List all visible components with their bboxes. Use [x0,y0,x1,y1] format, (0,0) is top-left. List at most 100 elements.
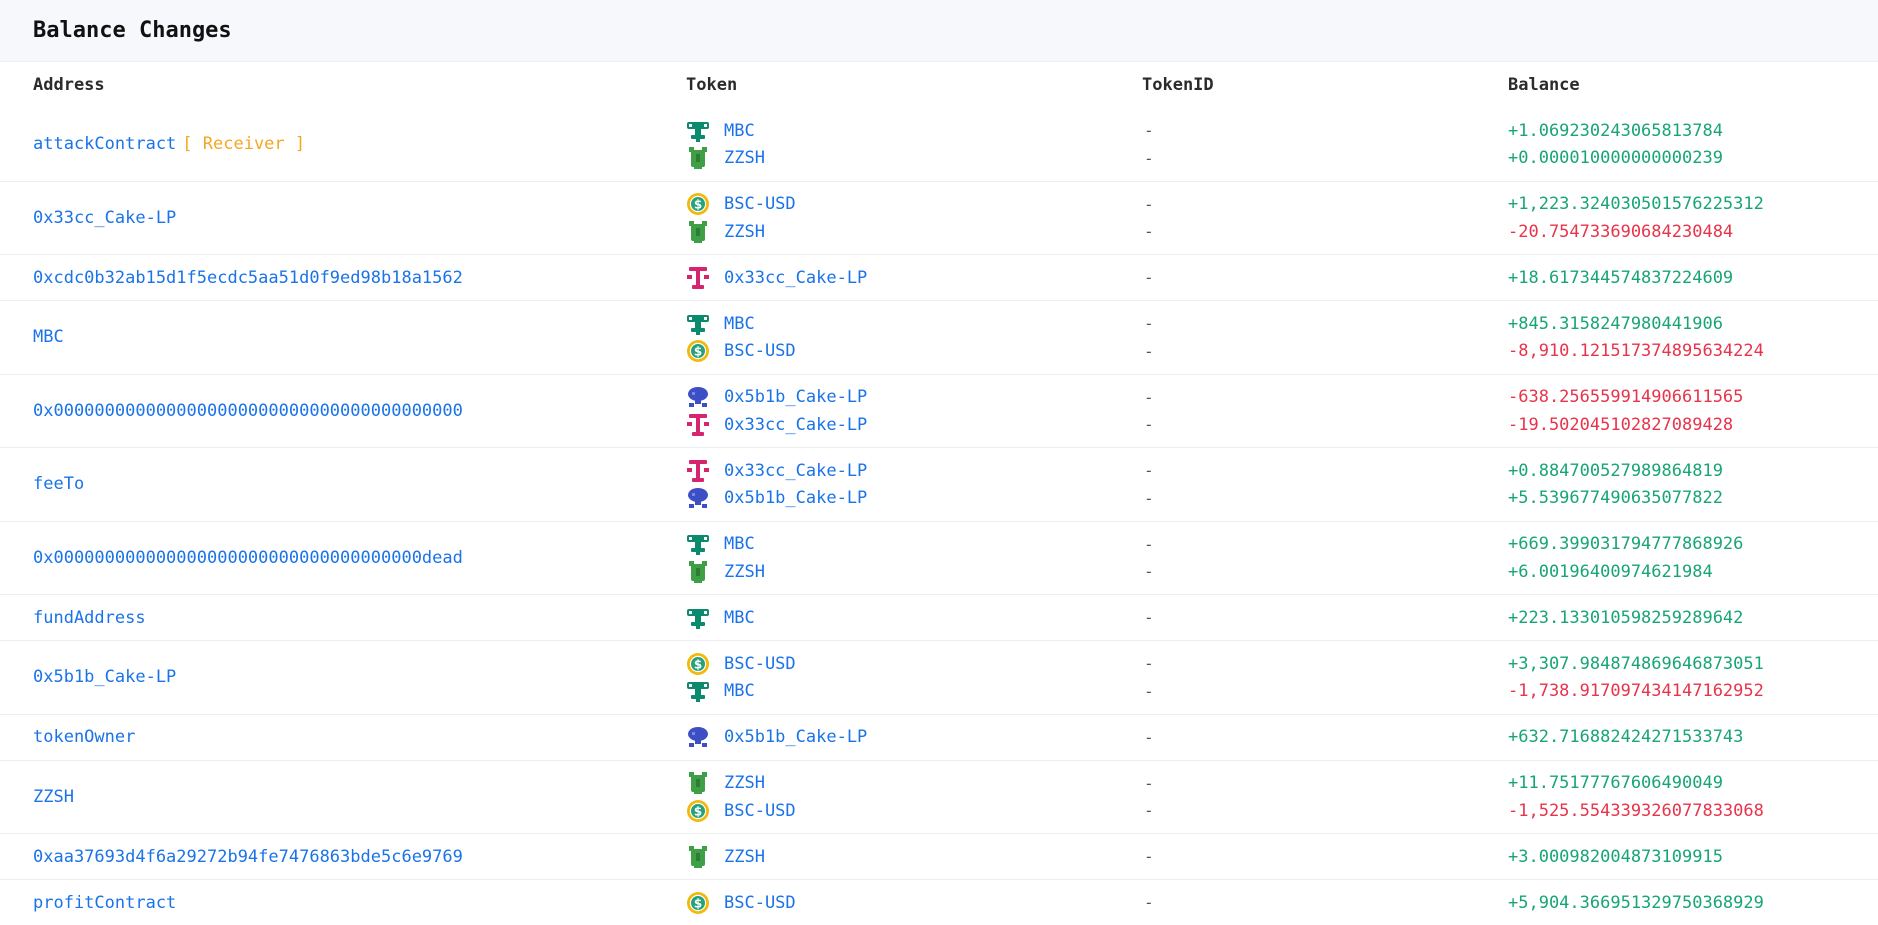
token-id-value: - [1144,654,1154,673]
token-name-link[interactable]: 0x33cc_Cake-LP [724,415,867,435]
token-entry[interactable]: 0x33cc_Cake-LP [686,264,1142,292]
token-cell: ZZSH $ BSC-USD [686,769,1142,824]
token-entry[interactable]: MBC [686,530,1142,558]
token-id-cell: - [1142,264,1508,292]
token-name-link[interactable]: ZZSH [724,222,765,242]
token-entry[interactable]: 0x33cc_Cake-LP [686,411,1142,439]
balance-decrease: -20.754733690684230484 [1508,221,1734,242]
token-name-link[interactable]: ZZSH [724,148,765,168]
page-title: Balance Changes [33,18,232,43]
token-id-value: - [1144,268,1154,287]
token-id-value: - [1144,773,1154,793]
balance-cell: +3,307.984874869646873051 -1,738.91709743… [1508,650,1878,705]
token-name-link[interactable]: BSC-USD [724,194,796,214]
token-entry[interactable]: MBC [686,677,1142,705]
table-body: attackContract[ Receiver ] MBC ZZSH - - +1.06… [0,108,1878,925]
token-id-cell: - [1142,604,1508,632]
token-entry[interactable]: 0x5b1b_Cake-LP [686,484,1142,512]
token-name-link[interactable]: 0x5b1b_Cake-LP [724,488,867,508]
table-row: 0x33cc_Cake-LP $ BSC-USD ZZSH - - +1,223.32403… [0,182,1878,255]
token-entry[interactable]: $ BSC-USD [686,797,1142,825]
token-id-value: - [1144,681,1154,701]
bsc-usd-icon: $ [686,652,710,676]
balance-decrease: -8,910.121517374895634224 [1508,341,1764,361]
balance-increase: +3.000982004873109915 [1508,846,1723,867]
address-link[interactable]: 0xaa37693d4f6a29272b94fe7476863bde5c6e97… [33,847,463,867]
token-name-link[interactable]: ZZSH [724,562,765,582]
token-name-link[interactable]: 0x33cc_Cake-LP [724,268,867,288]
token-entry[interactable]: ZZSH [686,144,1142,172]
token-id-cell: -- [1142,457,1508,512]
token-entry[interactable]: ZZSH [686,843,1142,871]
token-entry[interactable]: $ BSC-USD [686,650,1142,678]
token-id-value: - [1144,387,1154,407]
token-entry[interactable]: 0x5b1b_Cake-LP [686,383,1142,411]
token-entry[interactable]: 0x33cc_Cake-LP [686,457,1142,485]
address-link[interactable]: ZZSH [33,787,74,807]
token-name-link[interactable]: MBC [724,681,755,701]
address-cell: tokenOwner [0,727,686,747]
token-name-link[interactable]: ZZSH [724,773,765,793]
address-link[interactable]: attackContract [33,134,176,154]
token-entry[interactable]: MBC [686,604,1142,632]
token-name-link[interactable]: ZZSH [724,847,765,867]
token-cell: $ BSC-USD [686,889,1142,917]
token-name-link[interactable]: 0x33cc_Cake-LP [724,461,867,481]
address-link[interactable]: 0x5b1b_Cake-LP [33,667,176,687]
zzsh-icon [686,771,710,795]
balance-increase: +6.00196400974621984 [1508,561,1713,582]
token-name-link[interactable]: BSC-USD [724,341,796,361]
address-link[interactable]: profitContract [33,893,176,913]
token-entry[interactable]: $ BSC-USD [686,190,1142,218]
balance-increase: +11.75177767606490049 [1508,773,1723,793]
balance-increase: +5.539677490635077822 [1508,488,1723,508]
token-name-link[interactable]: BSC-USD [724,801,796,821]
balance-decrease: -638.256559914906611565 [1508,387,1744,407]
token-entry[interactable]: $ BSC-USD [686,337,1142,365]
token-name-link[interactable]: BSC-USD [724,654,796,674]
token-entry[interactable]: 0x5b1b_Cake-LP [686,723,1142,751]
token-cell: ZZSH [686,843,1142,871]
token-cell: 0x5b1b_Cake-LP 0x33cc_Cake-LP [686,383,1142,438]
token-entry[interactable]: ZZSH [686,769,1142,797]
address-link[interactable]: 0x000000000000000000000000000000000000de… [33,548,463,568]
token-name-link[interactable]: MBC [724,121,755,141]
table-row: attackContract[ Receiver ] MBC ZZSH - - +1.06… [0,108,1878,182]
token-id-value: - [1144,562,1154,581]
balance-cell: +1.069230243065813784 +0.0000100000000002… [1508,117,1878,172]
address-link[interactable]: fundAddress [33,608,146,628]
token-name-link[interactable]: 0x5b1b_Cake-LP [724,387,867,407]
address-link[interactable]: feeTo [33,474,84,494]
token-name-link[interactable]: MBC [724,608,755,628]
token-name-link[interactable]: MBC [724,314,755,334]
token-cell: MBC [686,604,1142,632]
column-header-address: Address [33,75,105,95]
token-entry[interactable]: MBC [686,117,1142,145]
token-name-link[interactable]: BSC-USD [724,893,796,913]
balance-decrease: -19.502045102827089428 [1508,414,1734,435]
token-id-cell: -- [1142,383,1508,438]
table-header-row: Address Token TokenID Balance [0,62,1878,108]
token-entry[interactable]: MBC [686,310,1142,338]
token-entry[interactable]: ZZSH [686,558,1142,586]
cake-lp-33cc-icon [686,413,710,437]
cake-lp-5b1b-icon [686,725,710,749]
address-link[interactable]: 0xcdc0b32ab15d1f5ecdc5aa51d0f9ed98b18a15… [33,268,463,288]
table-row: 0x000000000000000000000000000000000000de… [0,522,1878,595]
table-row: 0x5b1b_Cake-LP $ BSC-USD MBC - - +3,307.984874… [0,641,1878,715]
token-name-link[interactable]: MBC [724,534,755,554]
zzsh-icon [686,560,710,584]
table-row: feeTo 0x33cc_Cake-LP 0x5b1b_Cake-LP - - +0.88… [0,448,1878,522]
token-entry[interactable]: ZZSH [686,218,1142,246]
address-link[interactable]: 0x00000000000000000000000000000000000000… [33,401,463,421]
token-id-cell: -- [1142,769,1508,824]
address-link[interactable]: MBC [33,327,64,347]
token-entry[interactable]: $ BSC-USD [686,889,1142,917]
address-link[interactable]: 0x33cc_Cake-LP [33,208,176,228]
token-id-cell: -- [1142,530,1508,585]
token-name-link[interactable]: 0x5b1b_Cake-LP [724,727,867,747]
token-id-value: - [1144,534,1154,554]
address-link[interactable]: tokenOwner [33,727,135,747]
token-cell: MBC ZZSH [686,530,1142,585]
receiver-tag: [ Receiver ] [182,134,306,155]
